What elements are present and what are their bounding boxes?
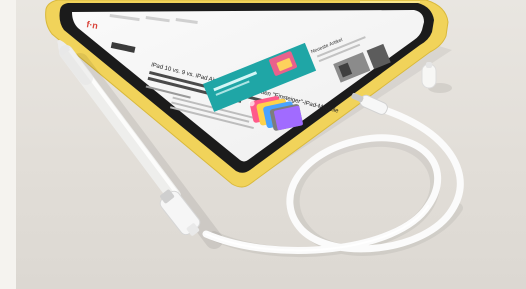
photo-frame: f·n iPad 10 vs. 9 vs. iPad Air: Vergleic…: [0, 0, 526, 289]
pencil-cap: [421, 62, 452, 93]
photo-scene: f·n iPad 10 vs. 9 vs. iPad Air: Vergleic…: [45, 0, 464, 258]
site-logo: f·n: [86, 19, 99, 31]
